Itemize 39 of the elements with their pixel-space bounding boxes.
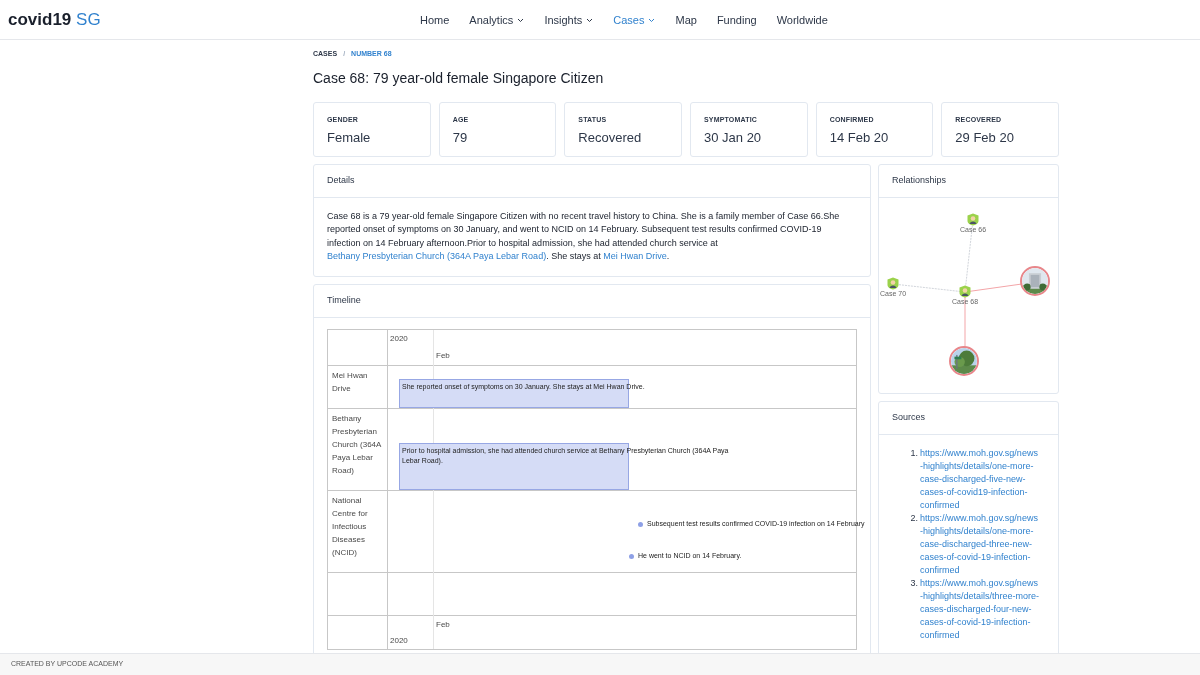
avatar-icon (887, 276, 899, 290)
month-label: Feb (436, 349, 450, 362)
stat-value: Recovered (578, 129, 643, 147)
chevron-down-icon (648, 17, 656, 23)
nav-link[interactable]: Worldwide (776, 11, 828, 29)
stat-value: Female (327, 129, 372, 147)
year-label: 2020 (390, 634, 408, 647)
location-link[interactable]: Mei Hwan Drive (603, 251, 667, 261)
nav-link[interactable]: Map (675, 11, 697, 29)
chevron-down-icon (517, 17, 525, 23)
year-label: 2020 (390, 332, 408, 345)
list-number: 1. (909, 446, 918, 460)
avatar-icon (967, 212, 979, 226)
nav-link[interactable]: Cases (613, 11, 656, 29)
lane-label: National Centre for Infectious Diseases (NCID) (332, 494, 369, 559)
card-title: Details (314, 164, 870, 198)
source-link[interactable]: https://www.moh.gov.sg/news-highlights/details/three-more-cases-discharged-four-new-cases-of-covid-19-infection-confirmed (920, 576, 1040, 642)
card-title: Timeline (314, 284, 870, 318)
stat-value: 30 Jan 20 (704, 129, 763, 147)
card-title: Sources (879, 401, 1058, 435)
nav-link[interactable]: Funding (716, 11, 757, 29)
timeline-event-bar[interactable] (399, 442, 629, 490)
details-paragraph: Case 68 is a 79 year-old female Singapore Citizen with no recent travel history to China. She is a family member of Case 66.She reported onset of symptoms on 30 January, and went to NCID on 14 February. Subsequent test results confirmed COVID-19 infection on 14 February afternoon.Prior to hospital admission, she had attended church service at Bethany Presbyterian Church (364A Paya Lebar Road). She stays at Mei Hwan Drive. (326, 209, 841, 263)
lane-label: Mei Hwan Drive (332, 369, 369, 395)
stat-value: 79 (452, 129, 469, 147)
lane-label: Bethany Presbyterian Church (364A Paya Lebar Road) (332, 412, 382, 477)
month-label: Feb (436, 618, 450, 631)
nav-link[interactable]: Insights (544, 11, 594, 29)
avatar-icon (959, 284, 971, 298)
nav-link[interactable]: Analytics (469, 11, 525, 29)
list-number: 2. (909, 511, 918, 525)
logo[interactable]: covid19 SG (8, 6, 101, 33)
nav-link[interactable]: Home (420, 11, 450, 29)
stat-value: 14 Feb 20 (829, 129, 890, 147)
chevron-down-icon (586, 17, 594, 23)
card-title: Relationships (879, 164, 1058, 198)
list-number: 3. (909, 576, 918, 590)
page-title: Case 68: 79 year-old female Singapore Citizen (313, 68, 605, 88)
stat-value: 29 Feb 20 (955, 129, 1015, 147)
